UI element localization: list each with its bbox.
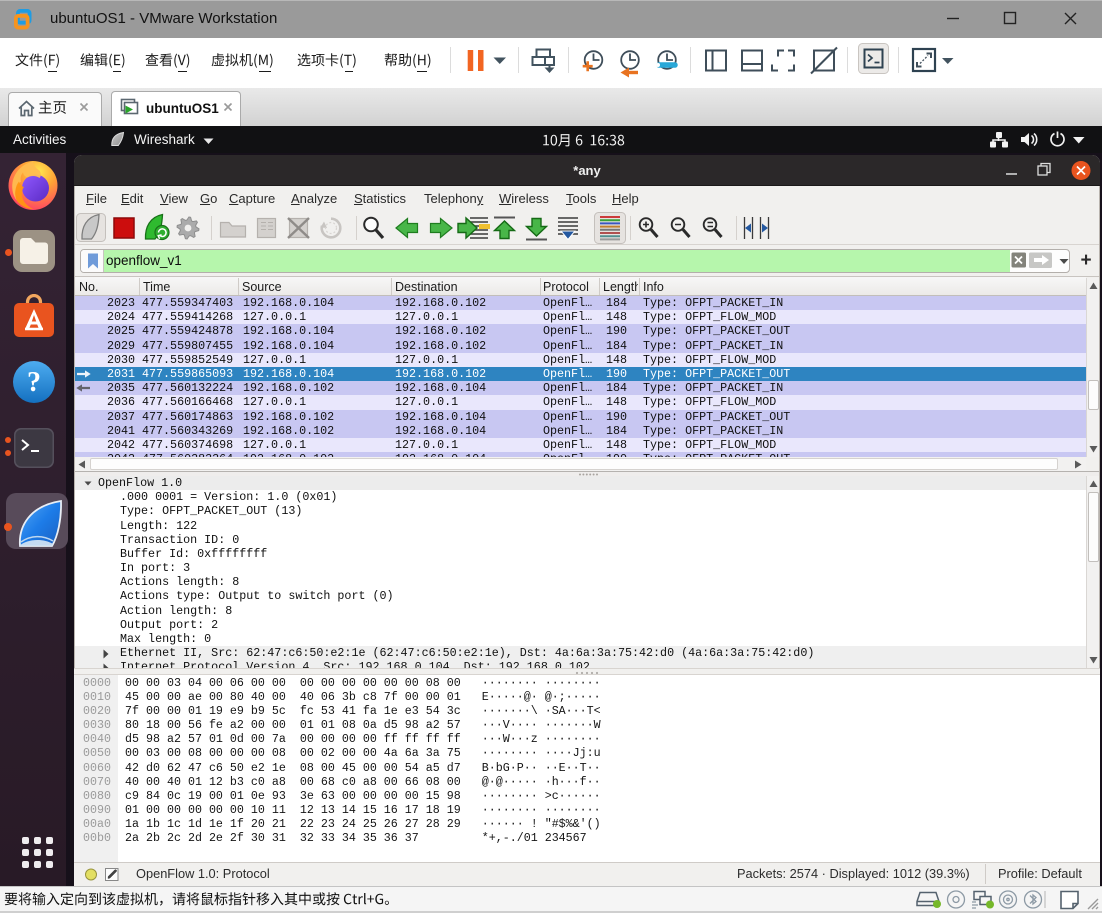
svg-text:Wireshark: Wireshark <box>134 132 195 147</box>
svg-text:?: ? <box>27 367 41 398</box>
